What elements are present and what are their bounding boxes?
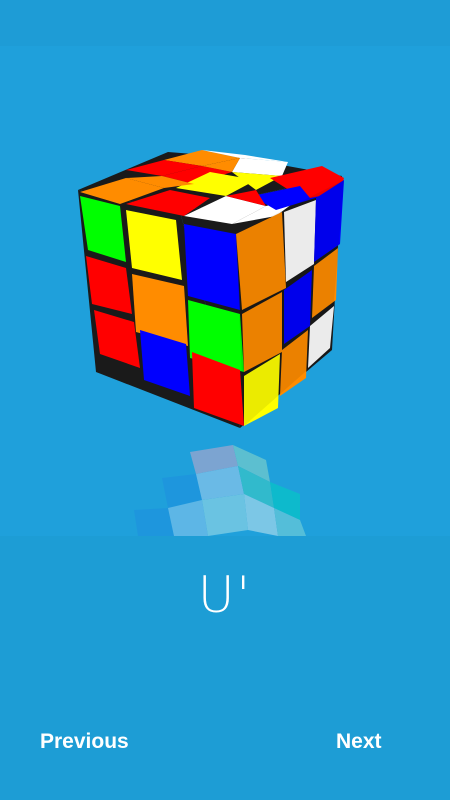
cube-reflection [134,445,306,536]
tutorial-screen: U' Previous Next [0,0,450,800]
cube-viewport[interactable] [0,46,450,536]
move-notation: U' [197,566,253,624]
rubiks-cube[interactable] [0,46,450,536]
top-bar [0,0,450,46]
next-button[interactable]: Next [336,724,382,760]
previous-button[interactable]: Previous [40,724,129,760]
